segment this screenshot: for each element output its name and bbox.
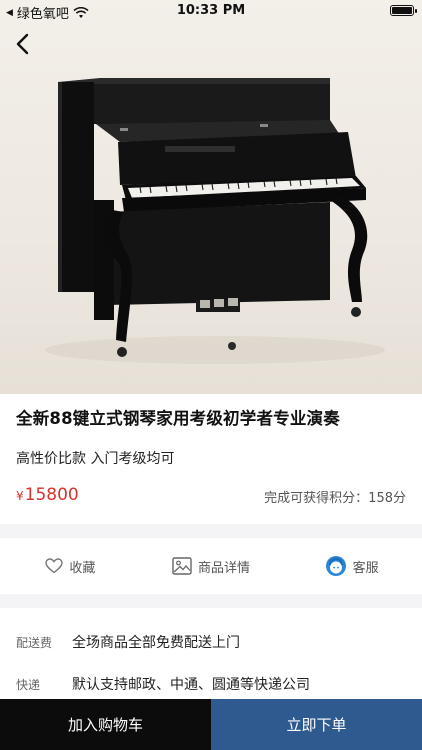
- express-value: 默认支持邮政、中通、圆通等快递公司: [72, 677, 310, 693]
- buy-now-button[interactable]: 立即下单: [211, 699, 422, 750]
- express-label: 快递: [16, 677, 41, 692]
- customer-service-button[interactable]: 客服: [281, 538, 422, 594]
- price-value: 15800: [24, 485, 79, 505]
- shipping-label: 配送费: [16, 635, 53, 650]
- shipping-value: 全场商品全部免费配送上门: [72, 635, 240, 651]
- status-bar: ◀ 绿色氧吧 10:33 PM: [0, 0, 422, 22]
- back-button[interactable]: [8, 30, 36, 58]
- image-icon: [172, 557, 192, 575]
- currency-symbol: ¥: [16, 489, 24, 503]
- battery-icon: [390, 5, 417, 16]
- heart-icon: [45, 558, 64, 574]
- product-title: 全新88键立式钢琴家用考级初学者专业演奏: [16, 409, 340, 428]
- bottom-action-bar: 加入购物车 立即下单: [0, 699, 422, 750]
- shipping-row: 配送费 全场商品全部免费配送上门: [0, 620, 422, 664]
- service-label: 客服: [352, 560, 379, 576]
- piano-image: [45, 78, 385, 364]
- section-divider: [0, 594, 422, 608]
- favorite-label: 收藏: [69, 560, 96, 576]
- section-divider: [0, 524, 422, 538]
- customer-service-icon: [325, 556, 346, 576]
- product-price: ¥15800: [16, 485, 79, 505]
- status-time: 10:33 PM: [176, 3, 246, 18]
- points-info: 完成可获得积分：158分: [264, 491, 406, 506]
- action-bar: 收藏 商品详情 客服: [0, 538, 422, 594]
- product-image: ◀ 绿色氧吧 10:33 PM: [0, 0, 422, 394]
- add-to-cart-button[interactable]: 加入购物车: [0, 699, 211, 750]
- details-button[interactable]: 商品详情: [141, 538, 282, 594]
- product-subtitle: 高性价比款 入门考级均可: [16, 451, 175, 467]
- favorite-button[interactable]: 收藏: [0, 538, 141, 594]
- details-label: 商品详情: [198, 560, 251, 576]
- chevron-left-icon: [16, 33, 29, 55]
